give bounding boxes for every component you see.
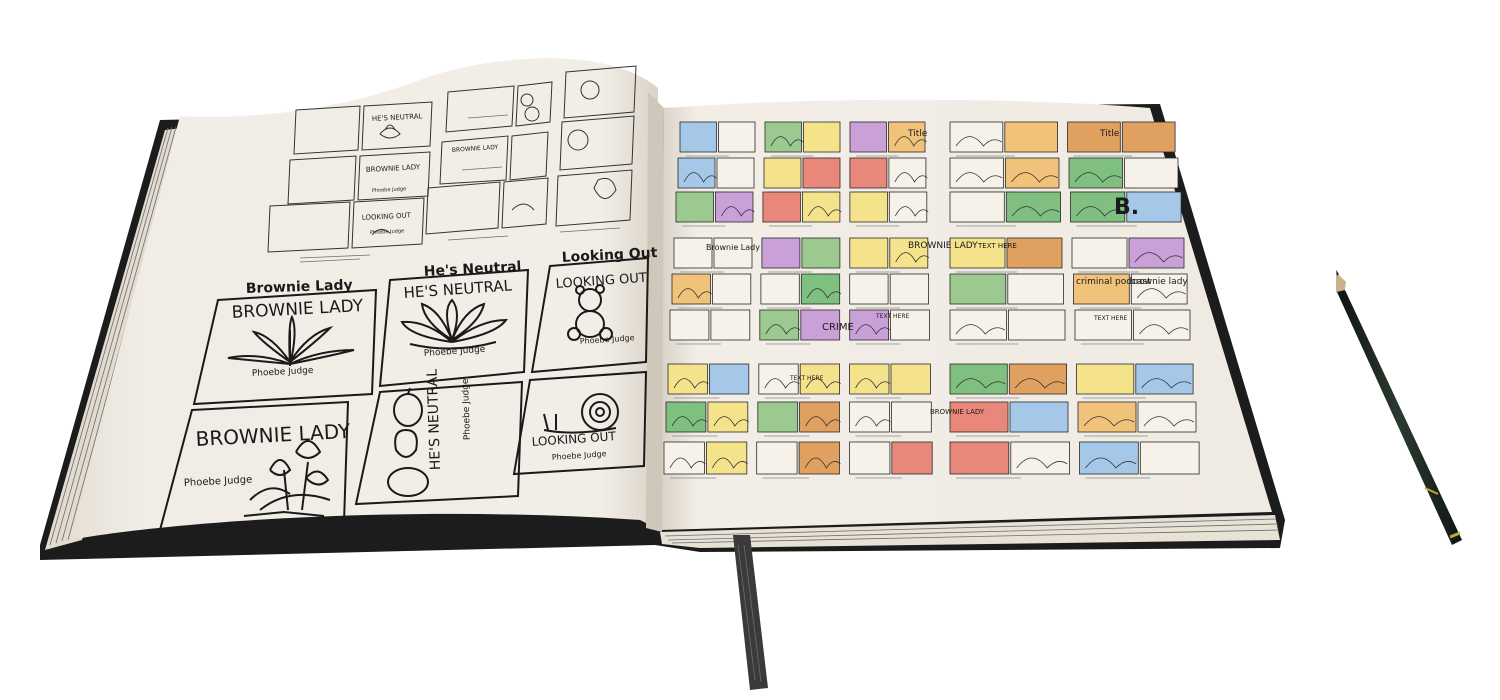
- storyboard-panel: [849, 121, 887, 153]
- storyboard-panel: [665, 401, 707, 433]
- storyboard-panel: [671, 273, 711, 305]
- storyboard-label: BROWNIE LADY: [908, 241, 978, 251]
- storyboard-label: TEXT HERE: [977, 242, 1017, 250]
- storyboard-panel: [1077, 401, 1137, 433]
- storyboard-label: Title: [1099, 129, 1120, 139]
- storyboard-panel: [1004, 121, 1058, 153]
- storyboard-panel: [1010, 441, 1070, 475]
- storyboard-panel: [889, 273, 930, 305]
- notebook-photo: HE'S NEUTRAL BROWNIE LADY Phoebe Judge L…: [40, 58, 1462, 690]
- storyboard-panel: [757, 401, 799, 433]
- pencil-body: [1337, 290, 1462, 545]
- storyboard-panel: [718, 121, 756, 153]
- storyboard-panel: [1133, 309, 1191, 341]
- storyboard-panel: [669, 309, 710, 341]
- storyboard-label: Title: [907, 129, 928, 139]
- storyboard-panel: [1135, 363, 1194, 395]
- storyboard-panel: [1008, 363, 1067, 395]
- storyboard-panel: [1139, 441, 1200, 475]
- storyboard-panel: [891, 441, 933, 475]
- storyboard-label: brownie lady: [1130, 277, 1188, 287]
- storyboard-panel: [949, 273, 1007, 305]
- storyboard-panel: [849, 401, 890, 433]
- storyboard-panel: [803, 121, 841, 153]
- storyboard-panel: [1137, 401, 1197, 433]
- storyboard-panel: [949, 363, 1008, 395]
- storyboard-panel: [949, 441, 1010, 475]
- storyboard-panel: [849, 237, 889, 269]
- storyboard-label: TEXT HERE: [789, 375, 824, 382]
- storyboard-panel: [1124, 157, 1179, 189]
- storyboard-panel: [802, 157, 841, 189]
- storyboard-panel: [759, 309, 800, 341]
- storyboard-panel: [891, 401, 932, 433]
- storyboard-panel: [707, 401, 749, 433]
- storyboard-panel: [763, 157, 802, 189]
- storyboard-panel: [1068, 157, 1123, 189]
- storyboard-panel: [890, 363, 931, 395]
- storyboard-panel: [1071, 237, 1128, 269]
- storyboard-panel: [712, 273, 752, 305]
- storyboard-panel: [710, 309, 751, 341]
- storyboard-label: TEXT HERE: [1093, 315, 1128, 322]
- storyboard-panel: [799, 401, 840, 433]
- storyboard-panel: [849, 273, 889, 305]
- storyboard-label: B.: [1114, 195, 1139, 220]
- storyboard-panel: [675, 191, 714, 223]
- storyboard-panel: [716, 157, 755, 189]
- storyboard-panel: [706, 441, 748, 475]
- storyboard-panel: [1008, 309, 1066, 341]
- storyboard-panel: [949, 309, 1007, 341]
- storyboard-panel: [949, 401, 1009, 433]
- storyboard-panel: [798, 441, 840, 475]
- storyboard-panel: [800, 273, 841, 305]
- storyboard-panel: [849, 191, 888, 223]
- storyboard-panel: [1128, 237, 1185, 269]
- storyboard-panel: [663, 441, 705, 475]
- storyboard-panel: [762, 191, 801, 223]
- storyboard-panel: [761, 237, 801, 269]
- storyboard-panel: [801, 237, 841, 269]
- ribbon-bookmark: [733, 535, 768, 690]
- storyboard-panel: [849, 157, 888, 189]
- storyboard-panel: [849, 441, 891, 475]
- storyboard-panel: [849, 363, 890, 395]
- storyboard-panel: [949, 121, 1004, 153]
- gutter-shadow: [646, 92, 664, 532]
- storyboard-panel: [709, 363, 750, 395]
- storyboard-panel: [1079, 441, 1139, 475]
- pencil: [1336, 270, 1462, 545]
- storyboard-panel: [1007, 273, 1064, 305]
- storyboard-label: CRIME: [822, 322, 854, 333]
- storyboard-panel: [760, 273, 800, 305]
- storyboard-panel: [949, 191, 1005, 223]
- storyboard-label: Brownie Lady: [706, 243, 760, 252]
- storyboard-label: TEXT HERE: [875, 313, 910, 320]
- storyboard-label: BROWNIE LADY: [930, 408, 985, 416]
- storyboard-panel: [667, 363, 708, 395]
- storyboard-panel: [1009, 401, 1069, 433]
- storyboard-panel: [1121, 121, 1176, 153]
- storyboard-panel: [1005, 157, 1060, 189]
- storyboard-panel: [679, 121, 717, 153]
- storyboard-panel: [1076, 363, 1135, 395]
- storyboard-panel: [756, 441, 798, 475]
- storyboard-panel: [949, 157, 1004, 189]
- storyboard-panel: [1005, 191, 1061, 223]
